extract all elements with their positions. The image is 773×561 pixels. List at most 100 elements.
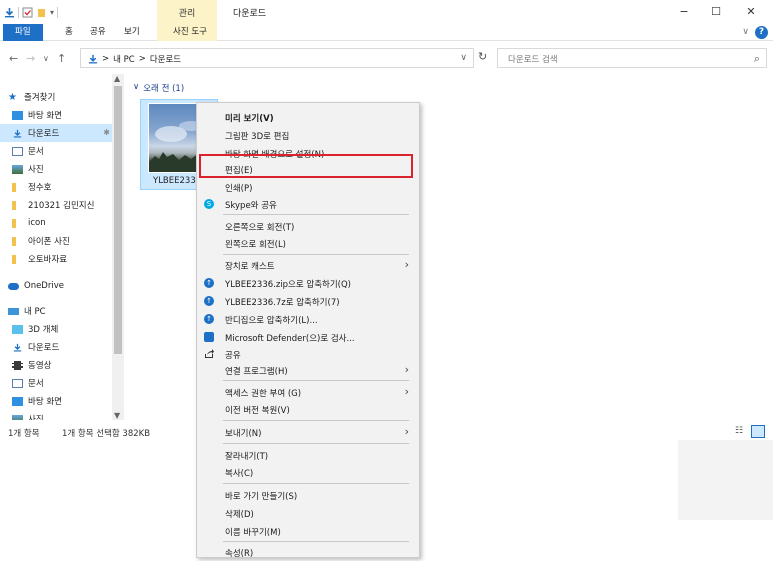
- nav-item-onedrive[interactable]: OneDrive: [8, 277, 120, 295]
- nav-item-label: 문서: [28, 379, 44, 389]
- bandizip-icon: ↑: [204, 296, 214, 306]
- background-panel: [678, 440, 773, 520]
- tab-share[interactable]: 공유: [80, 24, 116, 41]
- video-icon: [12, 360, 23, 370]
- folder-icon: [12, 200, 16, 210]
- folder-icon: [12, 218, 16, 228]
- menu-item-send-to[interactable]: 보내기(N) ›: [197, 423, 419, 441]
- submenu-arrow-icon: ›: [404, 425, 409, 438]
- back-button[interactable]: ←: [9, 52, 18, 65]
- nav-item-folder-motorbike[interactable]: 오토바자료: [12, 250, 124, 268]
- nav-item-desktop[interactable]: 바탕 화면 ✱: [12, 106, 124, 124]
- refresh-icon[interactable]: ↻: [478, 50, 487, 63]
- nav-item-downloads[interactable]: 다운로드: [12, 338, 124, 356]
- menu-item-compress-7z[interactable]: ↑ YLBEE2336.7z로 압축하기(7): [197, 292, 419, 310]
- menu-item-defender-scan[interactable]: Microsoft Defender(으)로 검사...: [197, 328, 419, 346]
- qat-divider: [18, 6, 19, 18]
- title-bar: ▾ 관리 다운로드 − ☐ ✕: [0, 0, 773, 24]
- menu-item-edit-paint3d[interactable]: 그림판 3D로 편집: [197, 126, 419, 144]
- submenu-arrow-icon: ›: [404, 258, 409, 271]
- pin-icon[interactable]: ✱: [103, 128, 110, 137]
- address-bar[interactable]: > 내 PC > 다운로드 ∨: [80, 48, 474, 68]
- nav-item-pictures-pc[interactable]: 사진: [12, 410, 124, 420]
- properties-check-icon[interactable]: [22, 7, 33, 18]
- up-button[interactable]: ↑: [57, 52, 66, 65]
- bandizip-icon: ↑: [204, 278, 214, 288]
- menu-item-open-with[interactable]: 연결 프로그램(H) ›: [197, 361, 419, 379]
- group-header[interactable]: ∨ 오래 전 (1): [133, 82, 184, 94]
- tab-home[interactable]: 홈: [55, 24, 83, 41]
- menu-item-restore-previous[interactable]: 이전 버전 복원(V): [197, 400, 419, 418]
- menu-item-rotate-left[interactable]: 왼쪽으로 회전(L): [197, 234, 419, 252]
- nav-item-documents[interactable]: 문서 ✱: [12, 142, 124, 160]
- download-arrow-icon[interactable]: [4, 7, 15, 18]
- menu-item-label: YLBEE2336.zip으로 압축하기(Q): [225, 280, 351, 290]
- nav-item-folder-210321[interactable]: 210321 김민지신: [12, 196, 124, 214]
- nav-item-label: 즐겨찾기: [24, 93, 56, 103]
- search-placeholder: 다운로드 검색: [508, 55, 558, 65]
- qat-customize-icon[interactable]: ▾: [50, 8, 54, 17]
- recent-locations-button[interactable]: ∨: [43, 54, 49, 63]
- minimize-button[interactable]: −: [667, 3, 701, 21]
- nav-item-desktop-pc[interactable]: 바탕 화면: [12, 392, 124, 410]
- close-button[interactable]: ✕: [734, 3, 768, 21]
- tab-file[interactable]: 파일: [3, 24, 43, 41]
- menu-item-delete[interactable]: 삭제(D): [197, 504, 419, 522]
- star-icon: ★: [8, 91, 17, 103]
- nav-item-label: 정수호: [28, 183, 52, 193]
- nav-item-3d-objects[interactable]: 3D 개체: [12, 320, 124, 338]
- menu-item-label: 바로 가기 만들기(S): [225, 492, 298, 502]
- menu-item-rename[interactable]: 이름 바꾸기(M): [197, 522, 419, 540]
- menu-item-label: 미리 보기(V): [225, 114, 274, 124]
- menu-item-preview[interactable]: 미리 보기(V): [197, 108, 419, 126]
- tab-picture-tools[interactable]: 사진 도구: [163, 24, 217, 41]
- ribbon-expand-icon[interactable]: ∨: [742, 27, 749, 37]
- nav-item-folder-iphone-photos[interactable]: 아이폰 사진: [12, 232, 124, 250]
- quick-access-toolbar: ▾: [4, 4, 59, 20]
- forward-button[interactable]: →: [26, 52, 35, 65]
- tab-view[interactable]: 보기: [114, 24, 150, 41]
- menu-item-label: Microsoft Defender(으)로 검사...: [225, 334, 355, 344]
- download-icon: [13, 343, 22, 352]
- nav-item-folder-jeongsuho[interactable]: 정수호 ✱: [12, 178, 124, 196]
- nav-item-downloads-selected[interactable]: 다운로드 ✱: [0, 124, 112, 142]
- desktop-icon: [12, 396, 23, 406]
- nav-item-quick-access[interactable]: ★ 즐겨찾기: [8, 88, 120, 106]
- desktop-icon: [12, 110, 23, 120]
- menu-item-print[interactable]: 인쇄(P): [197, 178, 419, 196]
- nav-item-label: 다운로드: [28, 129, 60, 139]
- large-icons-view-icon[interactable]: [751, 425, 765, 438]
- menu-item-share-skype[interactable]: S Skype와 공유: [197, 195, 419, 213]
- nav-item-pictures[interactable]: 사진 ✱: [12, 160, 124, 178]
- address-dropdown-icon[interactable]: ∨: [460, 53, 467, 63]
- scrollbar-thumb[interactable]: [114, 86, 122, 354]
- menu-item-compress-bandizip[interactable]: ↑ 반디집으로 압축하기(L)...: [197, 310, 419, 328]
- maximize-button[interactable]: ☐: [699, 3, 733, 21]
- nav-item-videos[interactable]: 동영상: [12, 356, 124, 374]
- nav-item-documents-pc[interactable]: 문서: [12, 374, 124, 392]
- menu-item-properties[interactable]: 속성(R): [197, 543, 419, 561]
- menu-item-cut[interactable]: 잘라내기(T): [197, 446, 419, 464]
- new-folder-icon[interactable]: [36, 7, 47, 18]
- nav-scrollbar[interactable]: ▲ ▼: [112, 74, 124, 420]
- help-icon[interactable]: ?: [755, 26, 768, 39]
- highlight-annotation-box: [199, 154, 413, 178]
- details-view-icon[interactable]: ☷: [735, 426, 747, 438]
- picture-icon: [12, 414, 23, 420]
- menu-item-give-access[interactable]: 액세스 권한 부여 (G) ›: [197, 383, 419, 401]
- menu-item-rotate-right[interactable]: 오른쪽으로 회전(T): [197, 217, 419, 235]
- nav-item-label: 문서: [28, 147, 44, 157]
- menu-item-copy[interactable]: 복사(C): [197, 463, 419, 481]
- search-input[interactable]: 다운로드 검색 ⌕: [497, 48, 767, 68]
- menu-item-create-shortcut[interactable]: 바로 가기 만들기(S): [197, 486, 419, 504]
- scroll-up-icon[interactable]: ▲: [114, 74, 120, 83]
- nav-item-label: 오토바자료: [28, 255, 68, 265]
- menu-item-compress-zip[interactable]: ↑ YLBEE2336.zip으로 압축하기(Q): [197, 274, 419, 292]
- breadcrumb-downloads[interactable]: 다운로드: [150, 53, 181, 65]
- menu-item-cast-to-device[interactable]: 장치로 캐스트 ›: [197, 256, 419, 274]
- scroll-down-icon[interactable]: ▼: [114, 411, 120, 420]
- nav-item-this-pc[interactable]: 내 PC: [8, 302, 120, 320]
- breadcrumb-this-pc[interactable]: 내 PC: [113, 53, 135, 65]
- search-icon[interactable]: ⌕: [754, 52, 760, 66]
- nav-item-folder-icon[interactable]: icon: [12, 214, 124, 232]
